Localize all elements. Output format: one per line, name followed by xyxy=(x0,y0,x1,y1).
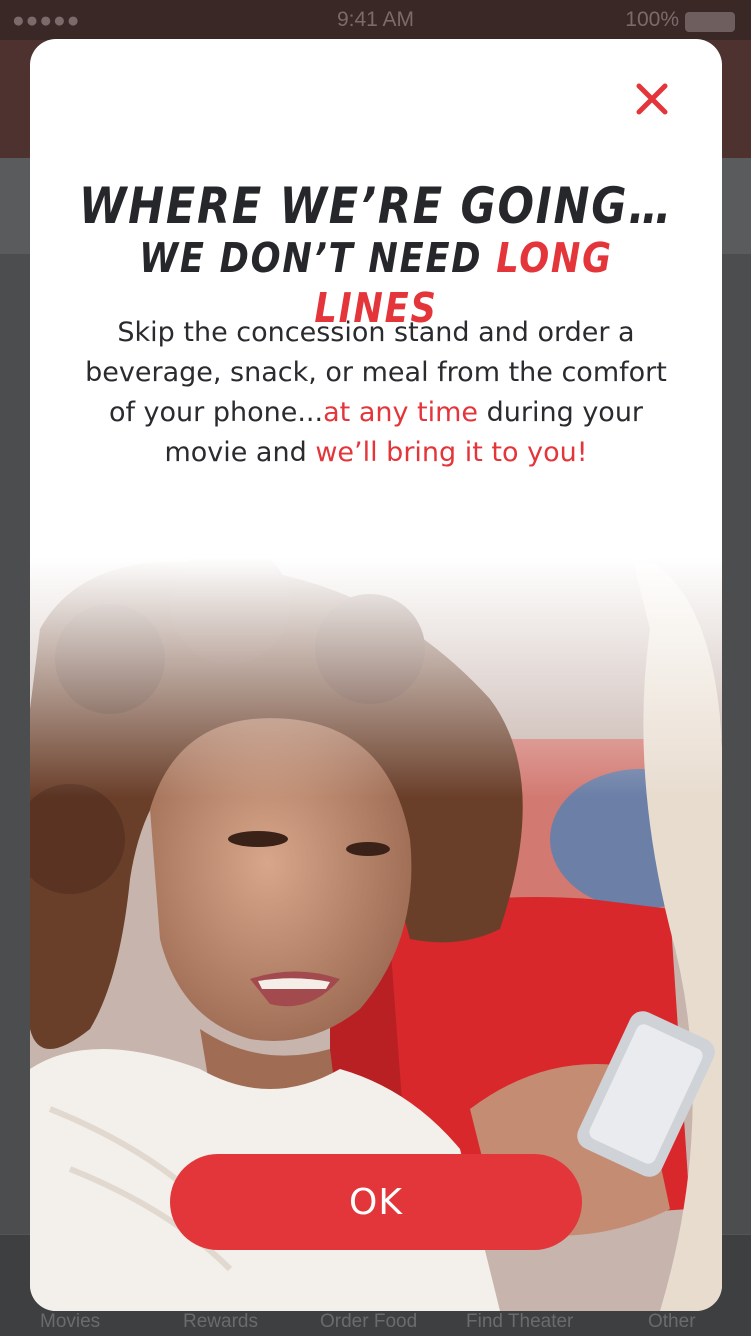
description-accent2: we’ll bring it to you! xyxy=(315,437,588,468)
battery-icon xyxy=(685,12,735,32)
status-bar: ●●●●● 9:41 AM 100% xyxy=(0,0,751,40)
tab-other[interactable]: Other xyxy=(648,1311,696,1333)
description-accent1: at any time xyxy=(323,397,479,428)
tab-rewards[interactable]: Rewards xyxy=(183,1311,258,1333)
tab-movies[interactable]: Movies xyxy=(40,1311,100,1333)
promo-description: Skip the concession stand and order a be… xyxy=(78,313,674,473)
battery-percent: 100% xyxy=(625,8,679,31)
tab-order-food[interactable]: Order Food xyxy=(320,1311,417,1333)
headline: WHERE WE’RE GOING… WE DON’T NEED LONG LI… xyxy=(30,179,722,333)
close-icon[interactable] xyxy=(634,81,670,117)
promo-modal: WHERE WE’RE GOING… WE DON’T NEED LONG LI… xyxy=(30,39,722,1311)
tab-find-theater[interactable]: Find Theater xyxy=(466,1311,573,1333)
ok-button[interactable]: OK xyxy=(170,1154,582,1250)
headline-line2-prefix: WE DON’T NEED xyxy=(139,234,497,282)
headline-line1: WHERE WE’RE GOING… xyxy=(79,177,673,235)
